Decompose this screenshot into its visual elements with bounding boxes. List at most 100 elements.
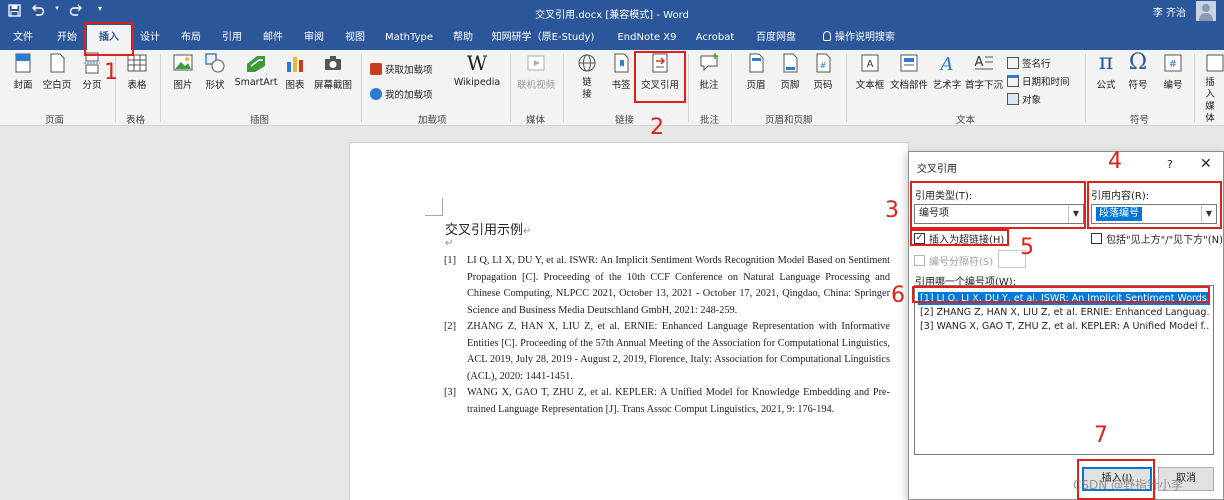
highlight-list-item (912, 286, 1210, 303)
chart-icon (287, 57, 303, 72)
tab-references[interactable]: 引用 (214, 25, 250, 50)
svg-text:A: A (867, 59, 874, 70)
ribbon-separator (1194, 54, 1195, 122)
help-button[interactable]: ? (1167, 158, 1173, 171)
wikipedia-icon: W (466, 51, 488, 75)
document-title: 交叉引用.docx [兼容模式] - Word (535, 10, 689, 21)
cover-page-button[interactable]: 封面 (10, 52, 36, 91)
tab-design[interactable]: 设计 (132, 25, 168, 50)
pi-icon: π (1098, 50, 1114, 75)
signature-line-button[interactable]: 签名行 (1007, 56, 1051, 70)
tab-home[interactable]: 开始 (48, 25, 86, 50)
ribbon-tabs: 文件 开始 插入 设计 布局 引用 邮件 审阅 视图 MathType 帮助 知… (0, 25, 1224, 50)
shapes-button[interactable]: 形状 (202, 52, 228, 91)
tab-mathtype[interactable]: MathType (380, 25, 438, 50)
picture-icon (173, 54, 193, 71)
svg-text:A: A (939, 54, 954, 74)
blank-page-button[interactable]: 空白页 (40, 52, 74, 91)
object-icon (1007, 93, 1019, 105)
tab-endnote[interactable]: EndNote X9 (612, 25, 682, 50)
comment-icon (700, 53, 718, 72)
tab-acrobat[interactable]: Acrobat (690, 25, 740, 50)
wikipedia-button[interactable]: W Wikipedia (452, 52, 502, 88)
link-button[interactable]: 链接 (575, 52, 599, 101)
tell-me-search[interactable]: 操作说明搜索 (814, 25, 904, 50)
include-above-below-checkbox[interactable]: 包括"见上方"/"见下方"(N) (1091, 231, 1223, 246)
reference-text: ZHANG Z, HAN X, LIU Z, et al. ERNIE: Enh… (467, 321, 890, 382)
document-heading[interactable]: 交叉引用示例↵ (445, 219, 531, 238)
highlight-reference-type (910, 181, 1086, 229)
ribbon-separator (731, 54, 732, 122)
tab-cnki[interactable]: 知网研学（原E-Study) (488, 25, 598, 50)
page-break-button[interactable]: 分页 (78, 52, 106, 91)
watermark: CSDN @野指针小李 (1073, 478, 1184, 492)
group-label-tables: 表格 (126, 115, 146, 126)
symbol-button[interactable]: Ω 符号 (1126, 50, 1150, 92)
ribbon-insert: 封面 空白页 分页 页面 表格 表格 图片 形状 SmartArt 图表 屏幕截… (0, 50, 1224, 126)
comment-button[interactable]: 批注 (697, 52, 721, 91)
calendar-icon (1007, 75, 1019, 87)
online-video-button[interactable]: 联机视频 (515, 52, 557, 91)
bookmark-button[interactable]: 书签 (609, 52, 633, 91)
svg-text:#: # (1169, 59, 1177, 70)
highlight-cross-reference (634, 51, 686, 103)
user-name[interactable]: 李 齐治 (1153, 4, 1186, 19)
get-addins-button[interactable]: 获取加载项 (370, 62, 433, 76)
highlight-insert-tab (84, 22, 134, 56)
quick-parts-icon (900, 54, 918, 72)
svg-text:A: A (975, 55, 984, 70)
smartart-button[interactable]: SmartArt (234, 52, 278, 88)
header-button[interactable]: 页眉 (744, 52, 768, 91)
tab-file[interactable]: 文件 (6, 25, 40, 50)
tab-view[interactable]: 视图 (337, 25, 373, 50)
omega-icon: Ω (1128, 50, 1148, 75)
tab-layout[interactable]: 布局 (173, 25, 209, 50)
wordart-icon: A (939, 54, 954, 74)
highlight-hyperlink (910, 229, 1009, 246)
list-item[interactable]: [3] WANG X, GAO T, ZHU Z, et al. KEPLER:… (918, 320, 1210, 333)
page-number-button[interactable]: # 页码 (811, 52, 835, 91)
chart-button[interactable]: 图表 (283, 52, 307, 91)
separator-checkbox[interactable]: 编号分隔符(S) (914, 253, 993, 268)
number-icon: # (1164, 54, 1182, 72)
signature-icon (1007, 57, 1019, 69)
avatar[interactable] (1196, 1, 1216, 21)
tab-baidu[interactable]: 百度网盘 (748, 25, 804, 50)
reference-number: [1] (444, 255, 457, 266)
tab-review[interactable]: 审阅 (296, 25, 332, 50)
numbered-items-list[interactable]: [1] LI Q, LI X, DU Y, et al. ISWR: An Im… (914, 285, 1214, 455)
tab-help[interactable]: 帮助 (446, 25, 480, 50)
wordart-button[interactable]: A 艺术字 (931, 52, 963, 91)
equation-button[interactable]: π 公式 (1094, 50, 1118, 92)
quick-parts-button[interactable]: 文档部件 (889, 52, 929, 91)
drop-cap-icon: A (975, 55, 993, 70)
footer-button[interactable]: 页脚 (778, 52, 802, 91)
highlight-reference-content (1087, 181, 1222, 229)
date-time-button[interactable]: 日期和时间 (1007, 74, 1070, 88)
ribbon-separator (510, 54, 511, 122)
screenshot-button[interactable]: 屏幕截图 (312, 52, 354, 91)
number-button[interactable]: # 编号 (1161, 52, 1185, 91)
group-label-comments: 批注 (700, 115, 720, 126)
my-addins-button[interactable]: 我的加载项 (370, 87, 433, 101)
reference-item[interactable]: [1] LI Q, LI X, DU Y, et al. ISWR: An Im… (444, 253, 890, 319)
ribbon-separator (1085, 54, 1086, 122)
blank-page-icon (50, 53, 65, 73)
tab-mailings[interactable]: 邮件 (255, 25, 291, 50)
reference-item[interactable]: [3] WANG X, GAO T, ZHU Z, et al. KEPLER:… (444, 385, 890, 418)
close-icon[interactable]: ✕ (1200, 156, 1212, 172)
list-item[interactable]: [2] ZHANG Z, HAN X, LIU Z, et al. ERNIE:… (918, 306, 1210, 319)
insert-media-button[interactable]: 插入媒体 (1204, 52, 1224, 125)
picture-button[interactable]: 图片 (170, 52, 196, 91)
ribbon-separator (563, 54, 564, 122)
reference-item[interactable]: [2] ZHANG Z, HAN X, LIU Z, et al. ERNIE:… (444, 319, 890, 385)
reference-number: [2] (444, 321, 457, 332)
annotation-number: 3 (885, 198, 899, 223)
textbox-button[interactable]: A 文本框 (854, 52, 886, 91)
store-icon (370, 63, 382, 75)
reference-text: WANG X, GAO T, ZHU Z, et al. KEPLER: A U… (467, 387, 890, 415)
drop-cap-button[interactable]: A 首字下沉 (964, 52, 1004, 91)
object-button[interactable]: 对象 (1007, 92, 1041, 106)
page-number-icon: # (816, 53, 831, 73)
table-button[interactable]: 表格 (123, 52, 151, 91)
